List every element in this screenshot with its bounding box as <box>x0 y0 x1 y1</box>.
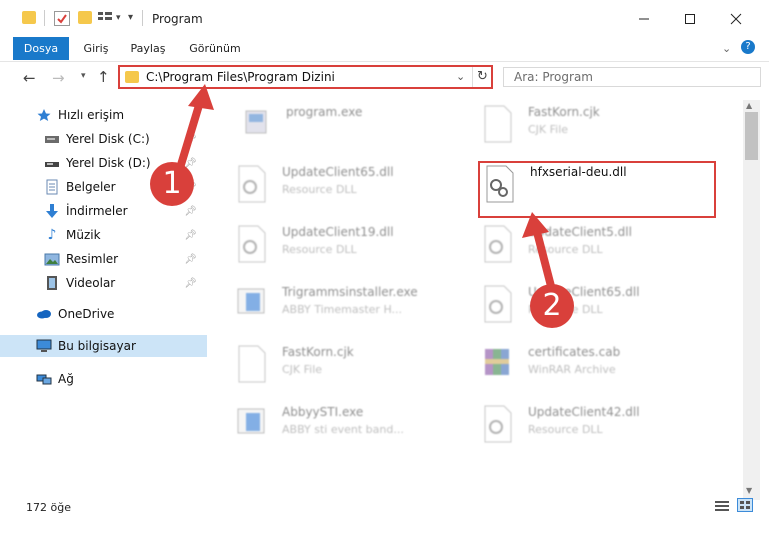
callout-two: 2 <box>530 284 574 328</box>
callout-one: 1 <box>150 162 194 206</box>
annotation-arrows <box>176 84 556 292</box>
